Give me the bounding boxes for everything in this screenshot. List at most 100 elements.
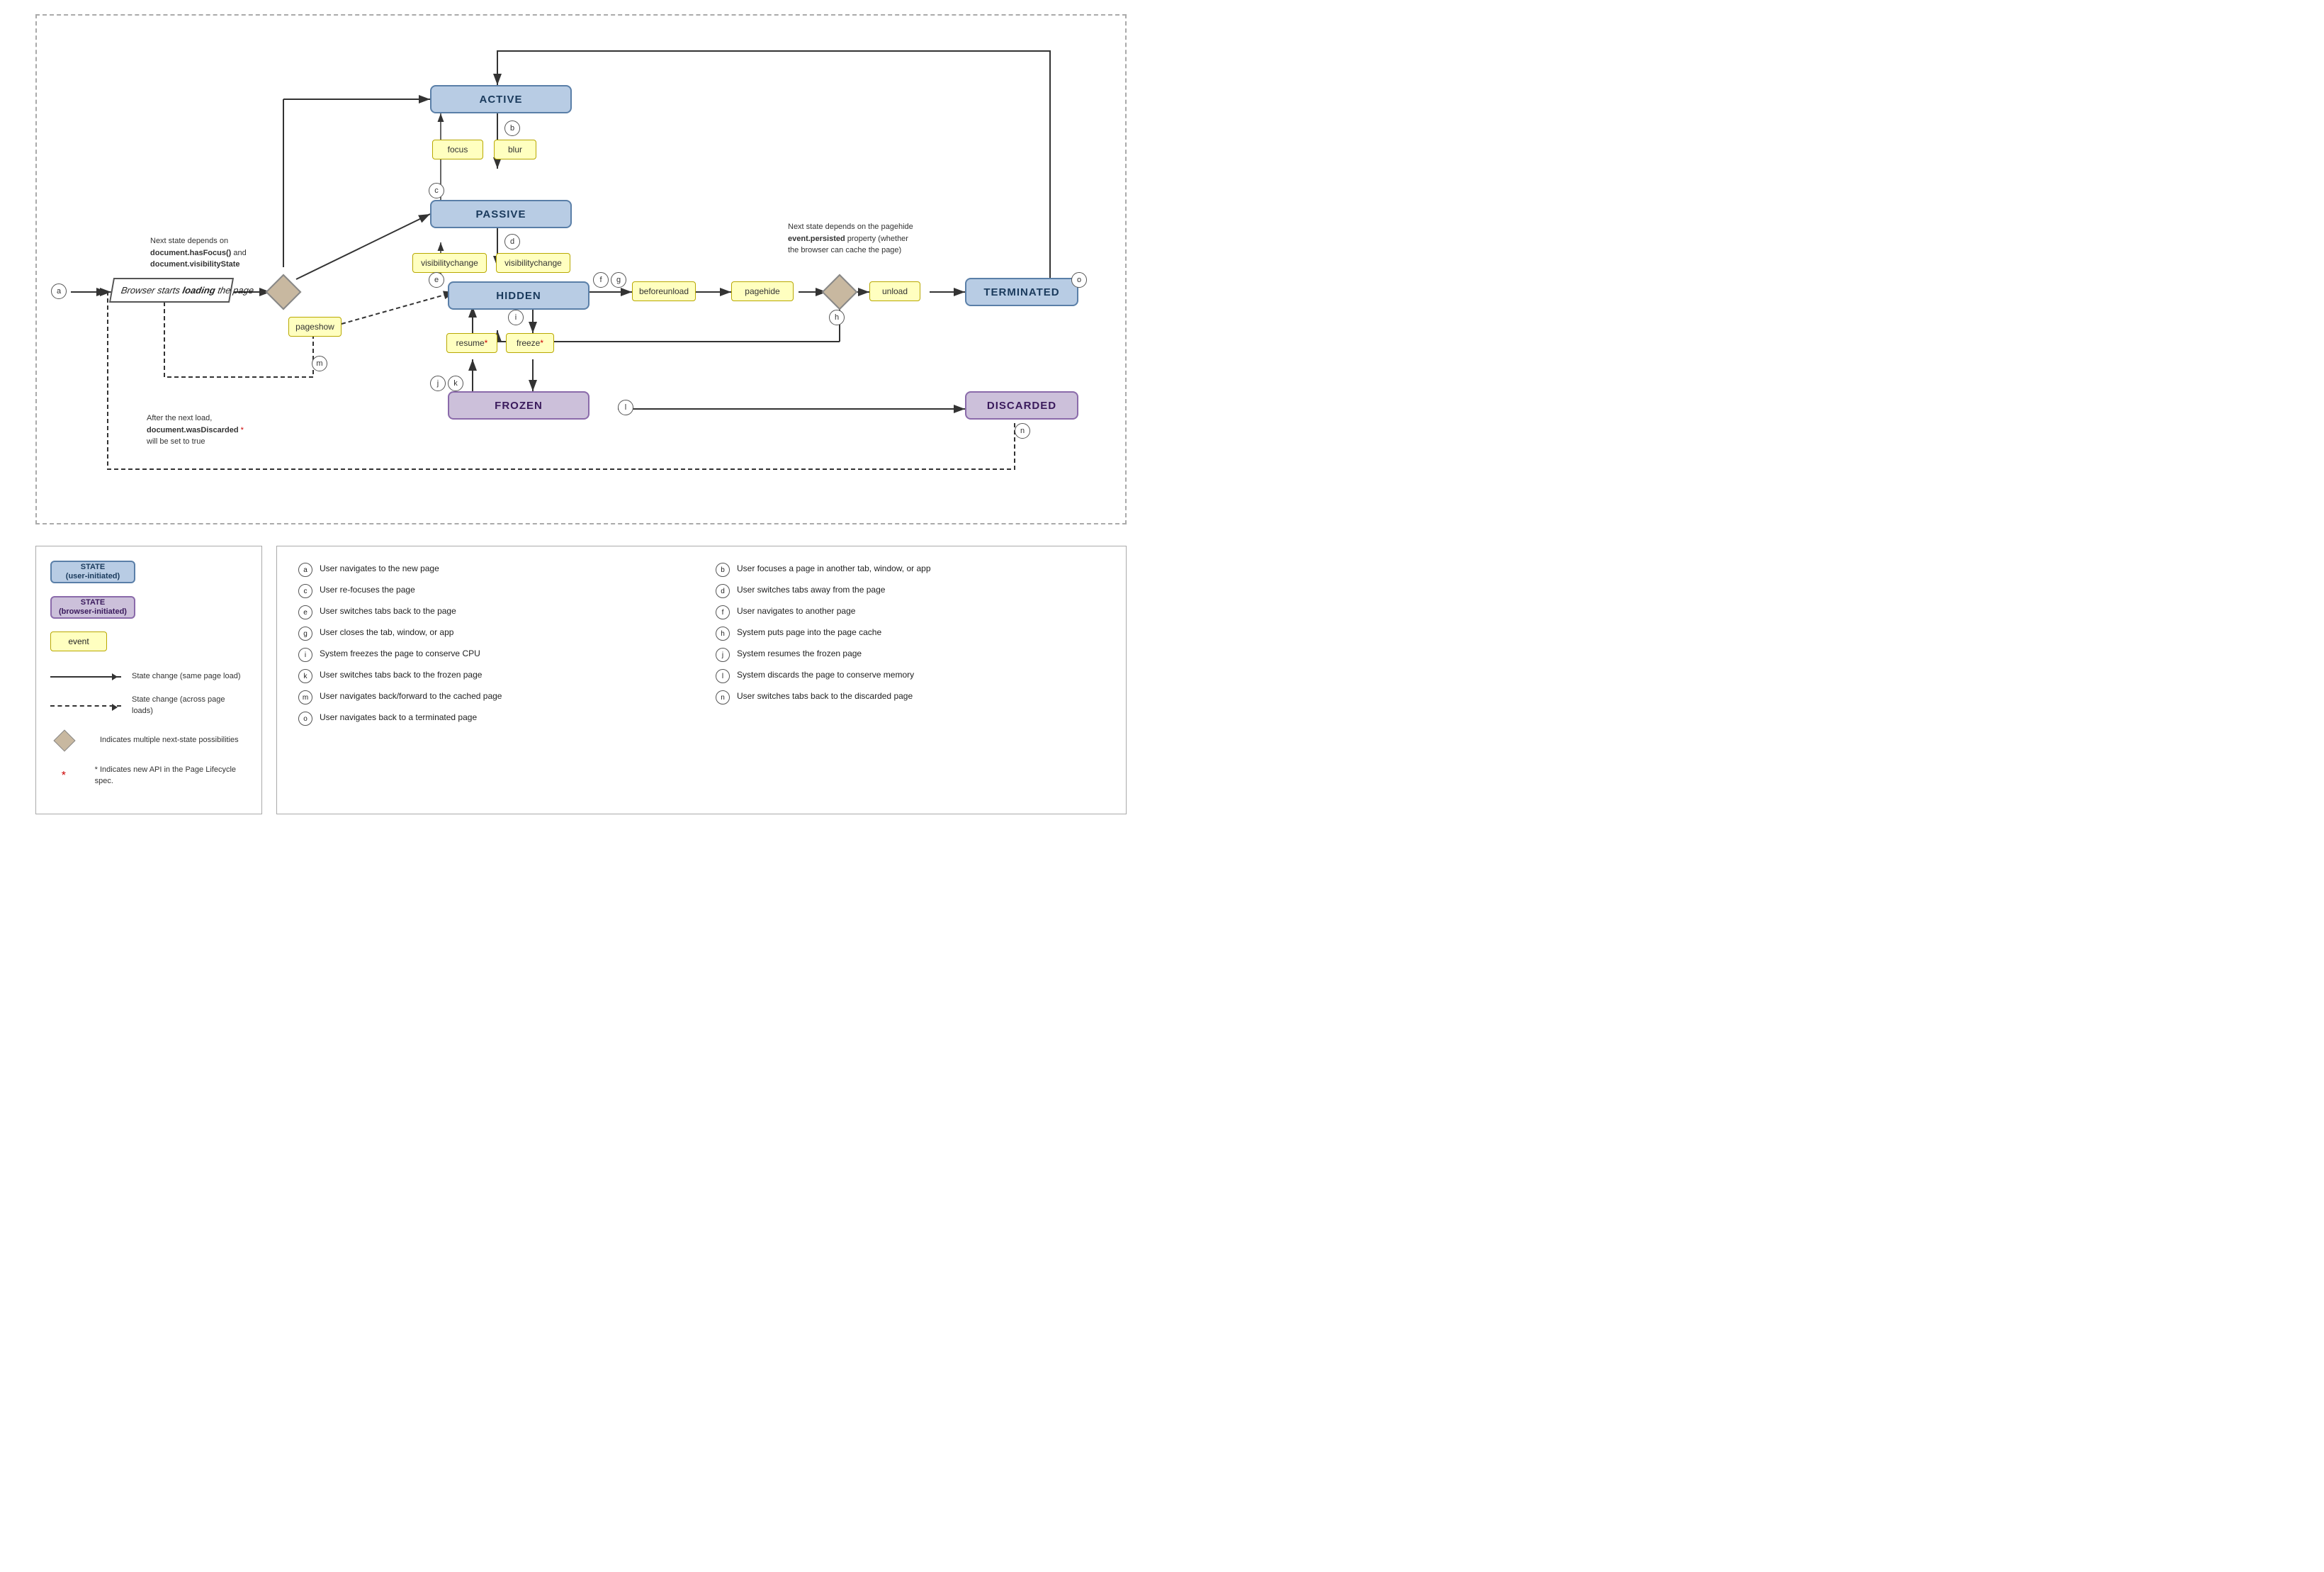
annotation-frozen: After the next load, document.wasDiscard… — [147, 412, 288, 448]
circle-b: b — [504, 120, 520, 136]
key-circle-a: a — [298, 563, 312, 577]
legend-item-state-user: STATE (user-initiated) — [50, 561, 247, 583]
event-beforeunload: beforeunload — [632, 281, 696, 301]
key-text-o: User navigates back to a terminated page — [320, 711, 477, 724]
diagram-area: a Browser starts loading the page Next s… — [35, 14, 1127, 524]
key-text-a: User navigates to the new page — [320, 562, 439, 575]
state-hidden: HIDDEN — [448, 281, 590, 310]
legend-item-state-browser: STATE (browser-initiated) — [50, 596, 247, 619]
diamond-focus — [266, 274, 302, 310]
key-text-l: System discards the page to conserve mem… — [737, 668, 914, 681]
circle-e: e — [429, 272, 444, 288]
event-visibilitychange2: visibilitychange — [496, 253, 570, 273]
circle-j: j — [430, 376, 446, 391]
key-item-l: l System discards the page to conserve m… — [716, 667, 1105, 685]
legend-event-box: event — [50, 631, 107, 651]
key-text-c: User re-focuses the page — [320, 583, 415, 596]
key-item-e: e User switches tabs back to the page — [298, 603, 687, 621]
key-item-o: o User navigates back to a terminated pa… — [298, 709, 687, 727]
key-circle-j: j — [716, 648, 730, 662]
key-circle-b: b — [716, 563, 730, 577]
key-circle-m: m — [298, 690, 312, 704]
key-circle-k: k — [298, 669, 312, 683]
start-label: Browser starts loading the page — [109, 278, 234, 303]
key-item-a: a User navigates to the new page — [298, 561, 687, 578]
key-circle-n: n — [716, 690, 730, 704]
key-item-g: g User closes the tab, window, or app — [298, 624, 687, 642]
key-circle-e: e — [298, 605, 312, 619]
event-blur: blur — [494, 140, 536, 159]
key-item-n: n User switches tabs back to the discard… — [716, 688, 1105, 706]
annotation-diamond: Next state depends on document.hasFocus(… — [150, 235, 264, 271]
legend-item-line-dashed: State change (across page loads) — [50, 695, 247, 717]
state-frozen: FROZEN — [448, 391, 590, 420]
key-text-i: System freezes the page to conserve CPU — [320, 647, 480, 660]
legend-item-diamond: Indicates multiple next-state possibilit… — [50, 729, 247, 752]
legend-state-user: STATE (user-initiated) — [50, 561, 135, 583]
circle-o: o — [1071, 272, 1087, 288]
key-circle-c: c — [298, 584, 312, 598]
circle-i: i — [508, 310, 524, 325]
circle-f: f — [593, 272, 609, 288]
legend-box: STATE (user-initiated) STATE (browser-in… — [35, 546, 262, 814]
key-circle-f: f — [716, 605, 730, 619]
key-circle-h: h — [716, 627, 730, 641]
state-passive: PASSIVE — [430, 200, 572, 228]
key-text-j: System resumes the frozen page — [737, 647, 862, 660]
key-circle-d: d — [716, 584, 730, 598]
legend-diamond — [53, 730, 75, 752]
event-pagehide: pagehide — [731, 281, 794, 301]
key-circle-l: l — [716, 669, 730, 683]
legend-line-dashed — [50, 705, 121, 707]
event-visibilitychange1: visibilitychange — [412, 253, 487, 273]
legend-asterisk-desc: * Indicates new API in the Page Lifecycl… — [95, 765, 247, 787]
key-item-c: c User re-focuses the page — [298, 582, 687, 600]
state-terminated: TERMINATED — [965, 278, 1078, 306]
key-item-h: h System puts page into the page cache — [716, 624, 1105, 642]
legend-line-solid — [50, 676, 121, 678]
key-text-e: User switches tabs back to the page — [320, 605, 456, 617]
circle-n: n — [1015, 423, 1030, 439]
key-grid: a User navigates to the new page b User … — [298, 561, 1105, 727]
key-area: a User navigates to the new page b User … — [276, 546, 1127, 814]
legend-item-event: event — [50, 631, 247, 651]
key-item-i: i System freezes the page to conserve CP… — [298, 646, 687, 663]
key-circle-g: g — [298, 627, 312, 641]
key-circle-i: i — [298, 648, 312, 662]
event-resume: resume* — [446, 333, 497, 353]
key-item-m: m User navigates back/forward to the cac… — [298, 688, 687, 706]
legend-state-browser: STATE (browser-initiated) — [50, 596, 135, 619]
circle-m: m — [312, 356, 327, 371]
legend-item-asterisk: * * Indicates new API in the Page Lifecy… — [50, 765, 247, 787]
legend-diamond-desc: Indicates multiple next-state possibilit… — [100, 735, 239, 746]
annotation-pagehide: Next state depends on the pagehide event… — [788, 221, 944, 257]
circle-g: g — [611, 272, 626, 288]
event-pageshow: pageshow — [288, 317, 342, 337]
legend-item-line-solid: State change (same page load) — [50, 671, 247, 682]
legend-line-dashed-desc: State change (across page loads) — [132, 695, 247, 717]
key-text-f: User navigates to another page — [737, 605, 855, 617]
state-discarded: DISCARDED — [965, 391, 1078, 420]
key-text-m: User navigates back/forward to the cache… — [320, 690, 502, 702]
key-circle-o: o — [298, 712, 312, 726]
diamond-pagehide — [822, 274, 858, 310]
circle-a: a — [51, 283, 67, 299]
legend-line-solid-desc: State change (same page load) — [132, 671, 241, 682]
key-text-k: User switches tabs back to the frozen pa… — [320, 668, 482, 681]
event-freeze: freeze* — [506, 333, 554, 353]
key-item-b: b User focuses a page in another tab, wi… — [716, 561, 1105, 578]
key-item-k: k User switches tabs back to the frozen … — [298, 667, 687, 685]
key-item-j: j System resumes the frozen page — [716, 646, 1105, 663]
circle-c: c — [429, 183, 444, 198]
circle-h: h — [829, 310, 845, 325]
event-focus: focus — [432, 140, 483, 159]
key-text-g: User closes the tab, window, or app — [320, 626, 453, 639]
legend-area: STATE (user-initiated) STATE (browser-in… — [35, 546, 1127, 814]
main-container: a Browser starts loading the page Next s… — [0, 0, 1162, 829]
key-text-d: User switches tabs away from the page — [737, 583, 885, 596]
circle-l: l — [618, 400, 633, 415]
state-active: ACTIVE — [430, 85, 572, 113]
circle-k: k — [448, 376, 463, 391]
key-text-h: System puts page into the page cache — [737, 626, 881, 639]
key-item-f: f User navigates to another page — [716, 603, 1105, 621]
